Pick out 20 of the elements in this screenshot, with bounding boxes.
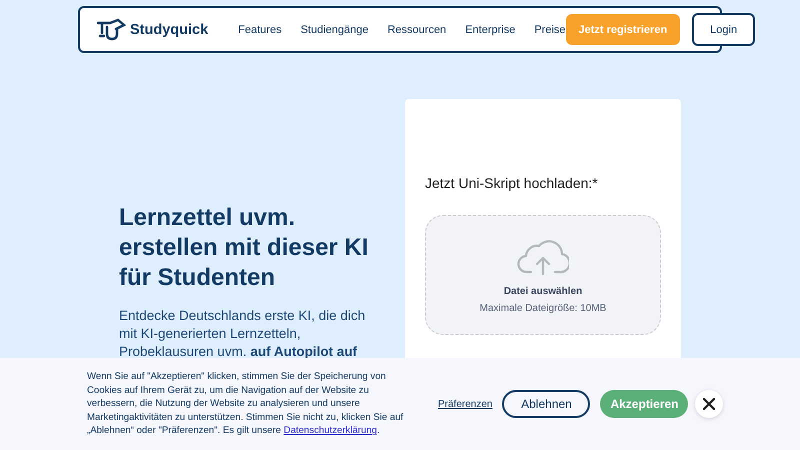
- close-button[interactable]: [695, 390, 724, 418]
- choose-file-label: Datei auswählen: [504, 286, 582, 297]
- nav-link[interactable]: Preise: [534, 24, 566, 36]
- login-button[interactable]: Login: [692, 13, 756, 46]
- hero-text: Entdecke Deutschlands erste KI, die dich mit KI-generierten Lernzetteln, Probeklausuren uvm. auf Autopilot auf: [119, 307, 366, 361]
- file-drop-zone[interactable]: Datei auswählen Maximale Dateigröße: 10MB: [425, 215, 661, 335]
- cookie-notice-text: Wenn Sie auf "Akzeptieren" klicken, stimmen Sie der Speicherung von Cookies auf Ihrem Gerät zu, um die Navigation auf der Website zu verbessern, die Nutzung der Website zu analysieren und unsere Marketingaktivitäten zu unterstützen. Stimmen Sie nicht zu, klicken Sie auf „Ablehnen“ oder "Präferenzen". Es gilt unsere Datenschutzerklärung.: [87, 370, 404, 438]
- file-size-limit: Maximale Dateigröße: 10MB: [480, 303, 606, 314]
- nav-link[interactable]: Features: [238, 24, 282, 36]
- nav-link[interactable]: Studiengänge: [300, 24, 368, 36]
- upload-label: Jetzt Uni-Skript hochladen:*: [425, 175, 599, 191]
- preferences-link[interactable]: Präferenzen: [438, 398, 492, 410]
- close-icon: [703, 398, 716, 410]
- hero-heading: Lernzettel uvm. erstellen mit dieser KI für Studenten: [119, 203, 370, 293]
- nav-link[interactable]: Ressourcen: [387, 24, 446, 36]
- privacy-policy-link[interactable]: Datenschutzerklärung: [284, 425, 377, 436]
- graduation-cap-logo-icon: [96, 18, 126, 42]
- nav-link[interactable]: Enterprise: [465, 24, 516, 36]
- logo-text[interactable]: Studyquick: [130, 22, 208, 38]
- decline-button[interactable]: Ablehnen: [502, 390, 590, 418]
